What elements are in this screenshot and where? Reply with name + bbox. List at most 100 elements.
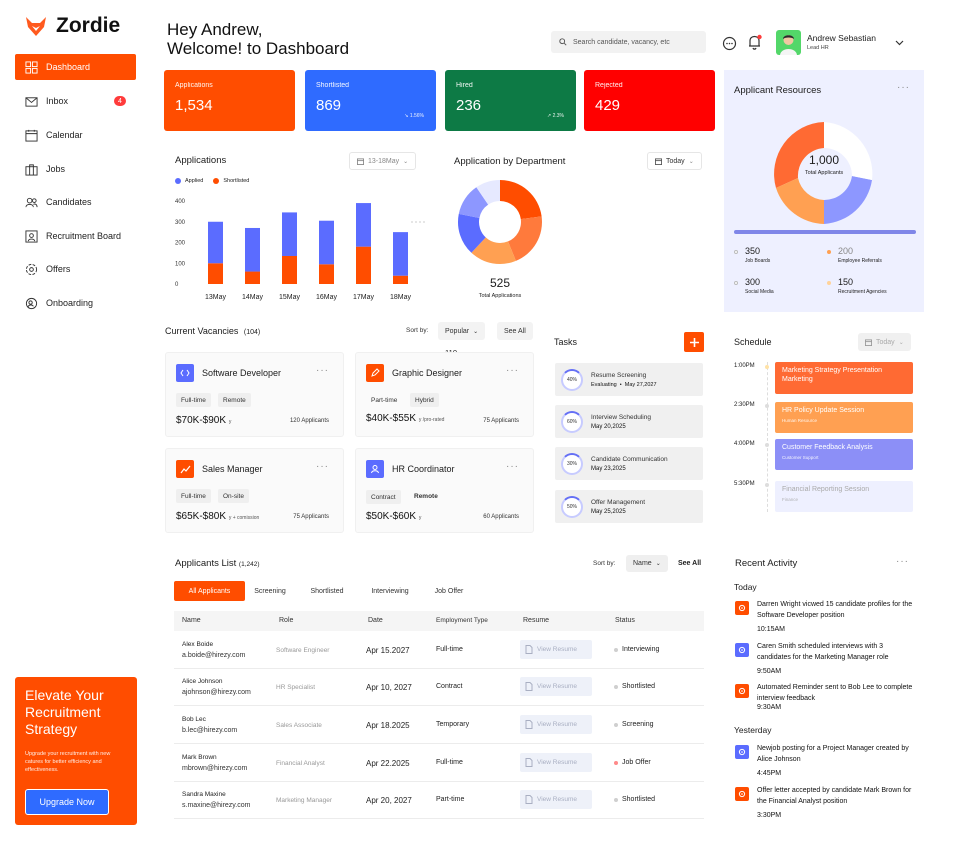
more-dots-icon[interactable]: ···: [897, 82, 910, 93]
schedule-range-select[interactable]: Today ⌄: [858, 333, 911, 351]
tab-interviewing[interactable]: Interviewing: [364, 581, 416, 601]
table-row[interactable]: Sandra Maxine s.maxine@hirezy.com Market…: [174, 782, 704, 819]
task-title: Offer Management: [591, 498, 646, 506]
sidebar-item-candidates[interactable]: Candidates: [15, 189, 136, 215]
upgrade-now-button[interactable]: Upgrade Now: [25, 789, 109, 815]
schedule-event[interactable]: Customer Feedback Analysis Customer Supp…: [775, 439, 913, 470]
applicant-role: Software Engineer: [276, 647, 330, 654]
bar-applied-13May[interactable]: [208, 221, 223, 264]
brand-logo[interactable]: Zordie: [24, 14, 120, 38]
calendar-icon: [357, 157, 364, 165]
view-resume-label: View Resume: [537, 796, 577, 803]
table-row[interactable]: Mark Brown mbrown@hirezy.com Financial A…: [174, 745, 704, 782]
task-title: Interview Scheduling: [591, 413, 651, 421]
bar-applied-14May[interactable]: [245, 227, 260, 272]
tab-shortlisted[interactable]: Shortlisted: [304, 581, 350, 601]
kpi-shortlisted[interactable]: Shortlisted 869 ↘ 1.56%: [305, 70, 436, 131]
table-row[interactable]: Bob Lec b.lec@hirezy.com Sales Associate…: [174, 707, 704, 744]
bar-applied-17May[interactable]: [356, 203, 371, 247]
column-resume: Resume: [523, 617, 550, 624]
bar-shortlisted-13May[interactable]: [208, 263, 223, 284]
vacancy-card-graphic-designer[interactable]: Graphic Designer ··· Part-time Hybrid $4…: [355, 352, 534, 437]
bar-applied-18May[interactable]: [393, 232, 408, 276]
schedule-event[interactable]: Financial Reporting Session Finance: [775, 481, 913, 512]
bar-applied-15May[interactable]: [282, 212, 297, 256]
applicants-sort-label: Sort by:: [593, 560, 616, 567]
vacancy-title: Graphic Designer: [392, 368, 463, 378]
bar-applied-16May[interactable]: [319, 220, 334, 265]
search-input[interactable]: Search candidate, vacancy, etc: [551, 31, 706, 53]
sidebar-item-inbox[interactable]: Inbox 4: [15, 88, 136, 114]
activity-yesterday-label: Yesterday: [734, 725, 772, 735]
date-range-select[interactable]: 13-18May ⌄: [349, 152, 417, 170]
vacancies-sort-select[interactable]: Popular ⌄: [438, 322, 486, 340]
avatar[interactable]: [776, 30, 801, 55]
chevron-down-icon[interactable]: [895, 40, 904, 46]
vacancy-card-hr-coordinator[interactable]: HR Coordinator ··· Contract Remote $50K-…: [355, 448, 534, 533]
bell-icon[interactable]: [747, 34, 763, 51]
bar-shortlisted-18May[interactable]: [393, 275, 408, 284]
salary-suffix: y + comission: [228, 515, 260, 521]
more-dots-icon[interactable]: ···: [506, 365, 519, 376]
schedule-event[interactable]: HR Policy Update Session Human Resource: [775, 402, 913, 433]
table-row[interactable]: Alice Johnson ajohnson@hirezy.com HR Spe…: [174, 669, 704, 706]
bar-shortlisted-17May[interactable]: [356, 246, 371, 284]
sidebar-item-calendar[interactable]: Calendar: [15, 122, 136, 148]
more-dots-icon[interactable]: ···: [506, 461, 519, 472]
kpi-rejected[interactable]: Rejected 429: [584, 70, 715, 131]
schedule-event[interactable]: Marketing Strategy Presentation Marketin…: [775, 362, 913, 394]
event-subtitle: Marketing: [782, 376, 813, 383]
tab-job-offer[interactable]: Job Offer: [428, 581, 470, 601]
user-icon: [366, 460, 384, 478]
sidebar-item-onboarding[interactable]: Onboarding: [15, 290, 136, 316]
schedule-time: 1:00PM: [734, 363, 755, 369]
resource-label: Social Media: [745, 289, 774, 295]
view-resume-button[interactable]: View Resume: [520, 640, 592, 659]
event-subtitle: Customer Support: [782, 455, 819, 460]
add-task-button[interactable]: [684, 332, 704, 352]
view-resume-button[interactable]: View Resume: [520, 753, 592, 772]
kpi-trend: ↗ 2.3%: [547, 113, 564, 119]
resource-job-boards: 350 Job Boards: [734, 246, 770, 264]
x-tick-label: 15May: [279, 294, 301, 301]
vacancies-see-all-button[interactable]: See All: [497, 322, 533, 340]
kpi-hired[interactable]: Hired 236 ↗ 2.3%: [445, 70, 576, 131]
sidebar-item-recruitment-board[interactable]: Recruitment Board: [15, 223, 136, 249]
bar-shortlisted-14May[interactable]: [245, 271, 260, 284]
view-resume-button[interactable]: View Resume: [520, 715, 592, 734]
vacancy-card-sales-manager[interactable]: Sales Manager ··· Full-time On-site $65K…: [165, 448, 344, 533]
view-resume-button[interactable]: View Resume: [520, 677, 592, 696]
kpi-applications[interactable]: Applications 1,534: [164, 70, 295, 131]
more-dots-icon[interactable]: ···: [896, 556, 909, 567]
tab-screening[interactable]: Screening: [248, 581, 292, 601]
vacancy-card-software-developer[interactable]: Software Developer ··· Full-time Remote …: [165, 352, 344, 437]
applicants-see-all-button[interactable]: See All: [678, 560, 701, 567]
sidebar-item-label: Candidates: [46, 197, 92, 207]
applicant-status: Screening: [614, 721, 654, 728]
applicant-date: Apr 15.2027: [366, 646, 410, 655]
task-item[interactable]: 40% Resume Screening Evaluating • May 27…: [555, 363, 703, 396]
applicants-sort-select[interactable]: Name ⌄: [626, 555, 668, 572]
vacancy-salary: $70K-$90K y: [176, 415, 231, 426]
sidebar-item-jobs[interactable]: Jobs: [15, 156, 136, 182]
bar-shortlisted-15May[interactable]: [282, 255, 297, 284]
fox-logo-icon: [26, 17, 46, 36]
mail-icon: [25, 96, 38, 107]
promo-title: Elevate Your Recruitment Strategy: [25, 687, 104, 737]
bar-shortlisted-16May[interactable]: [319, 264, 334, 284]
task-title: Candidate Communication: [591, 455, 668, 463]
sidebar-item-offers[interactable]: Offers: [15, 256, 136, 282]
tab-all-applicants[interactable]: All Applicants: [174, 581, 245, 601]
task-item[interactable]: 30% Candidate Communication May 23,2025: [555, 447, 703, 480]
greeting-line-2: Welcome! to Dashboard: [167, 39, 350, 58]
task-item[interactable]: 50% Offer Management May 25,2025: [555, 490, 703, 523]
table-row[interactable]: Alex Boide a.boide@hirezy.com Software E…: [174, 632, 704, 669]
more-dots-icon[interactable]: ···: [316, 461, 329, 472]
department-range-select[interactable]: Today ⌄: [647, 152, 702, 170]
task-item[interactable]: 60% Interview Scheduling May 20,2025: [555, 405, 703, 438]
view-resume-button[interactable]: View Resume: [520, 790, 592, 809]
more-dots-icon[interactable]: ···: [316, 365, 329, 376]
chat-icon[interactable]: [722, 36, 737, 51]
sidebar-item-dashboard[interactable]: Dashboard: [15, 54, 136, 80]
sidebar-item-label: Jobs: [46, 164, 66, 174]
